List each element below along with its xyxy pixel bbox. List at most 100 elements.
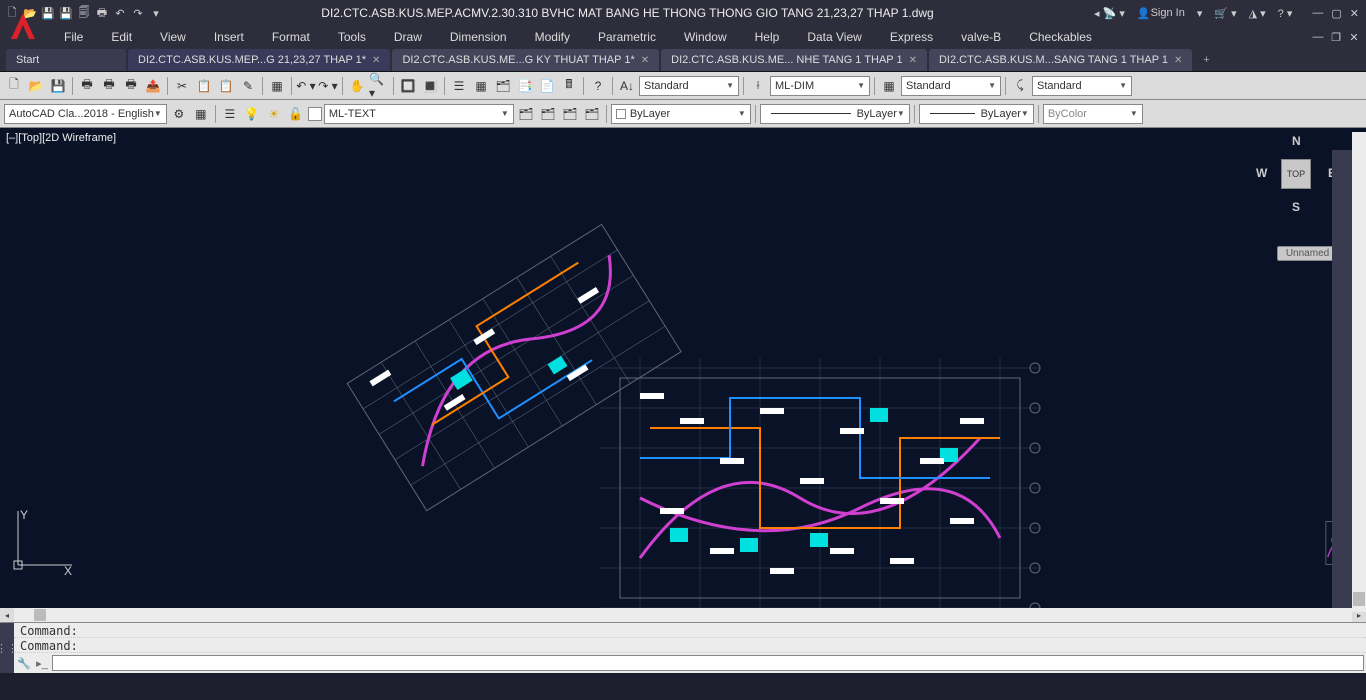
menu-edit[interactable]: Edit: [97, 27, 146, 47]
close-icon[interactable]: ✕: [1347, 5, 1362, 21]
dimstyle-combo[interactable]: ML-DIM▼: [770, 76, 870, 96]
lineweight-combo[interactable]: ByLayer▼: [919, 104, 1034, 124]
command-customize-icon[interactable]: 🔧: [16, 655, 32, 671]
tab-start[interactable]: Start: [6, 49, 126, 71]
menu-dimension[interactable]: Dimension: [436, 27, 521, 47]
tablestyle-btn[interactable]: ▦: [879, 76, 899, 96]
navigation-bar[interactable]: [1332, 150, 1352, 610]
layerstate-btn[interactable]: 🗂: [538, 104, 558, 124]
navcube-west[interactable]: W: [1256, 166, 1267, 180]
view-cube[interactable]: N S E W TOP: [1256, 134, 1336, 214]
blockeditor-btn[interactable]: ▦: [267, 76, 287, 96]
matchprop-btn[interactable]: ✎: [238, 76, 258, 96]
tablestyle-combo[interactable]: Standard▼: [901, 76, 1001, 96]
designcenter-btn[interactable]: ▦: [471, 76, 491, 96]
signin-dropdown-icon[interactable]: ▾: [1194, 5, 1206, 21]
menu-tools[interactable]: Tools: [324, 27, 380, 47]
doc-restore-icon[interactable]: ❐: [1328, 29, 1344, 45]
horizontal-scrollbar[interactable]: ◂ ▸: [0, 608, 1366, 622]
copy-btn[interactable]: 📋: [194, 76, 214, 96]
redo-btn[interactable]: ↷ ▾: [318, 76, 338, 96]
tab-close-icon[interactable]: ✕: [1174, 55, 1182, 66]
tab-file-1[interactable]: DI2.CTC.ASB.KUS.MEP...G 21,23,27 THAP 1*…: [128, 49, 390, 71]
zoom-btn[interactable]: 🔍▾: [369, 76, 389, 96]
mleaderstyle-btn[interactable]: ⤹: [1010, 76, 1030, 96]
sheetset-btn[interactable]: 📑: [515, 76, 535, 96]
tab-add-button[interactable]: +: [1194, 49, 1218, 71]
tab-file-2[interactable]: DI2.CTC.ASB.KUS.ME...G KY THUAT THAP 1*✕: [392, 49, 659, 71]
qat-dropdown-icon[interactable]: ▾: [148, 5, 164, 21]
menu-view[interactable]: View: [146, 27, 200, 47]
3dprint-btn[interactable]: 📤: [143, 76, 163, 96]
toolpalettes-btn[interactable]: 🗂: [493, 76, 513, 96]
hscroll-left-btn[interactable]: ◂: [0, 608, 14, 622]
menu-help[interactable]: Help: [741, 27, 794, 47]
help-icon[interactable]: ? ▾: [1275, 5, 1296, 21]
saveall-icon[interactable]: 🗐: [76, 5, 92, 21]
command-prompt-icon[interactable]: ▸_: [34, 655, 50, 671]
menu-checkables[interactable]: Checkables: [1015, 27, 1106, 47]
menu-valveb[interactable]: valve-B: [947, 27, 1015, 47]
exchange-icon[interactable]: 🛒 ▾: [1211, 5, 1239, 21]
properties-btn[interactable]: ☰: [449, 76, 469, 96]
tab-file-3[interactable]: DI2.CTC.ASB.KUS.ME... NHE TANG 1 THAP 1✕: [661, 49, 927, 71]
workspace-settings-btn[interactable]: ⚙: [169, 104, 189, 124]
plot-icon[interactable]: 🖶: [94, 5, 110, 21]
layer-lock-icon[interactable]: 🔓: [286, 104, 306, 124]
markup-btn[interactable]: 📄: [537, 76, 557, 96]
linetype-combo[interactable]: ByLayer▼: [760, 104, 910, 124]
pan-btn[interactable]: ✋: [347, 76, 367, 96]
paste-btn[interactable]: 📋: [216, 76, 236, 96]
menu-file[interactable]: File: [50, 27, 97, 47]
undo-icon[interactable]: ↶: [112, 5, 128, 21]
layercur-btn[interactable]: 🗂: [582, 104, 602, 124]
help-btn[interactable]: ?: [588, 76, 608, 96]
new-btn[interactable]: 🗋: [4, 76, 24, 96]
tab-close-icon[interactable]: ✕: [641, 55, 649, 66]
menu-draw[interactable]: Draw: [380, 27, 436, 47]
layer-color-swatch[interactable]: [308, 107, 322, 121]
menu-window[interactable]: Window: [670, 27, 741, 47]
plotcolor-combo[interactable]: ByColor▼: [1043, 104, 1143, 124]
saveas-icon[interactable]: 💾: [58, 5, 74, 21]
command-input[interactable]: [52, 655, 1364, 671]
undo-btn[interactable]: ↶ ▾: [296, 76, 316, 96]
command-handle[interactable]: ⋮⋮: [0, 623, 14, 673]
tab-close-icon[interactable]: ✕: [909, 55, 917, 66]
maximize-icon[interactable]: ▢: [1328, 5, 1344, 21]
viewport-label[interactable]: [–][Top][2D Wireframe]: [6, 132, 116, 144]
connectivity-icon[interactable]: ◂ 📡 ▾: [1091, 5, 1128, 21]
publish-btn[interactable]: 🖶: [121, 76, 141, 96]
menu-dataview[interactable]: Data View: [793, 27, 875, 47]
plotpreview-btn[interactable]: 🖶: [99, 76, 119, 96]
app-logo[interactable]: [2, 6, 44, 48]
textstyle-btn[interactable]: A↓: [617, 76, 637, 96]
mleaderstyle-combo[interactable]: Standard▼: [1032, 76, 1132, 96]
menu-express[interactable]: Express: [876, 27, 947, 47]
layer-combo[interactable]: ML-TEXT▼: [324, 104, 514, 124]
navcube-south[interactable]: S: [1292, 200, 1300, 214]
workspace-combo[interactable]: AutoCAD Cla...2018 - English▼: [4, 104, 167, 124]
color-combo[interactable]: ByLayer▼: [611, 104, 751, 124]
navcube-north[interactable]: N: [1292, 134, 1301, 148]
a360-icon[interactable]: ◮ ▾: [1246, 5, 1269, 21]
layer-sun-icon[interactable]: ☀: [264, 104, 284, 124]
cut-btn[interactable]: ✂: [172, 76, 192, 96]
layermgr-btn[interactable]: ☰: [220, 104, 240, 124]
dimstyle-btn[interactable]: ⟊: [748, 76, 768, 96]
layermatch-btn[interactable]: 🗂: [560, 104, 580, 124]
tab-file-4[interactable]: DI2.CTC.ASB.KUS.M...SANG TANG 1 THAP 1✕: [929, 49, 1192, 71]
menu-modify[interactable]: Modify: [521, 27, 584, 47]
vscroll-thumb[interactable]: [1353, 592, 1365, 606]
menu-parametric[interactable]: Parametric: [584, 27, 670, 47]
my-workspace-btn[interactable]: ▦: [191, 104, 211, 124]
save-btn[interactable]: 💾: [48, 76, 68, 96]
plot-btn[interactable]: 🖶: [77, 76, 97, 96]
drawing-canvas[interactable]: [–][Top][2D Wireframe]: [0, 128, 1366, 608]
layerprev-btn[interactable]: 🗂: [516, 104, 536, 124]
signin-button[interactable]: 👤 Sign In: [1134, 5, 1188, 21]
layer-bulb-icon[interactable]: 💡: [242, 104, 262, 124]
open-btn[interactable]: 📂: [26, 76, 46, 96]
navcube-face[interactable]: TOP: [1281, 159, 1311, 189]
menu-format[interactable]: Format: [258, 27, 324, 47]
